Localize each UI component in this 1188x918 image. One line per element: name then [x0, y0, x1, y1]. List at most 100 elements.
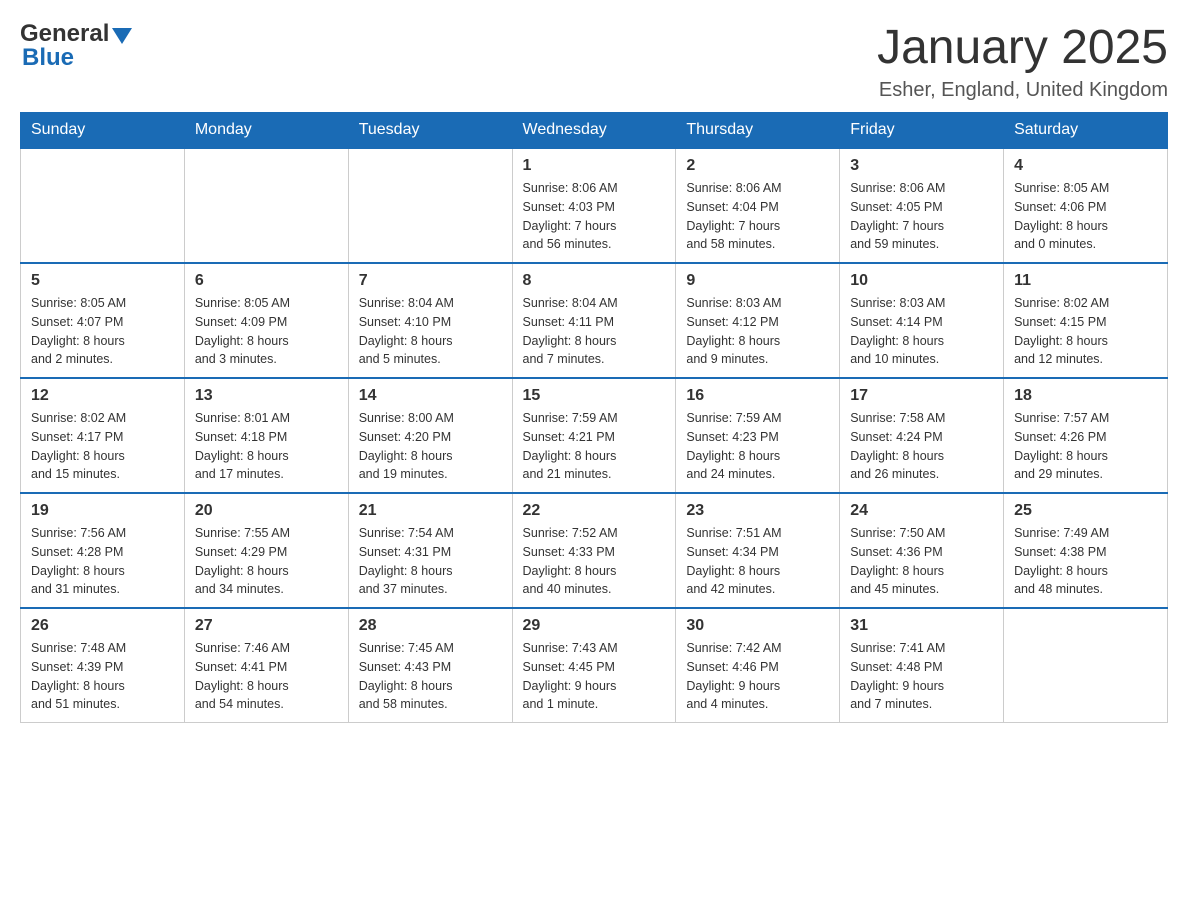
location: Esher, England, United Kingdom [877, 79, 1168, 102]
calendar-cell: 1Sunrise: 8:06 AM Sunset: 4:03 PM Daylig… [512, 148, 676, 263]
day-info: Sunrise: 8:06 AM Sunset: 4:05 PM Dayligh… [850, 179, 993, 254]
calendar-week-row: 19 Sunrise: 7:56 AM Sunset: 4:28 PM Dayli… [21, 493, 1168, 608]
calendar-cell: 16 Sunrise: 7:59 AM Sunset: 4:23 PM Dayli… [676, 378, 840, 493]
day-number: 12 [31, 387, 174, 405]
month-title: January 2025 [877, 20, 1168, 75]
day-number: 25 [1014, 502, 1157, 520]
day-number: 3 [850, 157, 993, 175]
day-number: 28 [359, 617, 502, 635]
day-info: Sunrise: 7:52 AM Sunset: 4:33 PM Dayligh… [523, 524, 666, 599]
calendar-cell [184, 148, 348, 263]
day-number: 8 [523, 272, 666, 290]
calendar-cell: 3 Sunrise: 8:06 AM Sunset: 4:05 PM Daylig… [840, 148, 1004, 263]
day-number: 29 [523, 617, 666, 635]
calendar-cell: 23 Sunrise: 7:51 AM Sunset: 4:34 PM Dayli… [676, 493, 840, 608]
page-header: General Blue January 2025 Esher, England… [20, 20, 1168, 102]
calendar-day-header: Sunday [21, 113, 185, 149]
day-number: 1 [523, 157, 666, 175]
day-info: Sunrise: 8:01 AM Sunset: 4:18 PM Dayligh… [195, 409, 338, 484]
calendar-cell: 21Sunrise: 7:54 AM Sunset: 4:31 PM Dayli… [348, 493, 512, 608]
calendar-cell: 6 Sunrise: 8:05 AM Sunset: 4:09 PM Daylig… [184, 263, 348, 378]
day-info: Sunrise: 8:02 AM Sunset: 4:15 PM Dayligh… [1014, 294, 1157, 369]
calendar-day-header: Tuesday [348, 113, 512, 149]
day-info: Sunrise: 8:03 AM Sunset: 4:12 PM Dayligh… [686, 294, 829, 369]
day-number: 2 [686, 157, 829, 175]
day-info: Sunrise: 7:56 AM Sunset: 4:28 PM Dayligh… [31, 524, 174, 599]
calendar-cell: 18Sunrise: 7:57 AM Sunset: 4:26 PM Dayli… [1004, 378, 1168, 493]
day-number: 15 [523, 387, 666, 405]
calendar-table: SundayMondayTuesdayWednesdayThursdayFrid… [20, 112, 1168, 723]
calendar-cell: 14Sunrise: 8:00 AM Sunset: 4:20 PM Dayli… [348, 378, 512, 493]
day-number: 6 [195, 272, 338, 290]
calendar-cell: 2 Sunrise: 8:06 AM Sunset: 4:04 PM Daylig… [676, 148, 840, 263]
day-number: 22 [523, 502, 666, 520]
day-info: Sunrise: 7:48 AM Sunset: 4:39 PM Dayligh… [31, 639, 174, 714]
day-info: Sunrise: 7:54 AM Sunset: 4:31 PM Dayligh… [359, 524, 502, 599]
calendar-cell: 13Sunrise: 8:01 AM Sunset: 4:18 PM Dayli… [184, 378, 348, 493]
calendar-cell: 25 Sunrise: 7:49 AM Sunset: 4:38 PM Dayli… [1004, 493, 1168, 608]
day-number: 16 [686, 387, 829, 405]
logo-arrow-icon [112, 28, 132, 44]
day-number: 17 [850, 387, 993, 405]
day-number: 23 [686, 502, 829, 520]
calendar-week-row: 26 Sunrise: 7:48 AM Sunset: 4:39 PM Dayli… [21, 608, 1168, 723]
calendar-week-row: 12Sunrise: 8:02 AM Sunset: 4:17 PM Dayli… [21, 378, 1168, 493]
day-info: Sunrise: 7:59 AM Sunset: 4:21 PM Dayligh… [523, 409, 666, 484]
day-info: Sunrise: 8:06 AM Sunset: 4:04 PM Dayligh… [686, 179, 829, 254]
calendar-cell: 7 Sunrise: 8:04 AM Sunset: 4:10 PM Daylig… [348, 263, 512, 378]
day-number: 9 [686, 272, 829, 290]
day-info: Sunrise: 8:00 AM Sunset: 4:20 PM Dayligh… [359, 409, 502, 484]
calendar-cell: 11 Sunrise: 8:02 AM Sunset: 4:15 PM Dayli… [1004, 263, 1168, 378]
calendar-cell: 27Sunrise: 7:46 AM Sunset: 4:41 PM Dayli… [184, 608, 348, 723]
day-info: Sunrise: 7:50 AM Sunset: 4:36 PM Dayligh… [850, 524, 993, 599]
day-info: Sunrise: 8:05 AM Sunset: 4:07 PM Dayligh… [31, 294, 174, 369]
day-info: Sunrise: 7:49 AM Sunset: 4:38 PM Dayligh… [1014, 524, 1157, 599]
day-number: 11 [1014, 272, 1157, 290]
calendar-cell: 12Sunrise: 8:02 AM Sunset: 4:17 PM Dayli… [21, 378, 185, 493]
calendar-cell: 31Sunrise: 7:41 AM Sunset: 4:48 PM Dayli… [840, 608, 1004, 723]
day-info: Sunrise: 8:03 AM Sunset: 4:14 PM Dayligh… [850, 294, 993, 369]
day-number: 26 [31, 617, 174, 635]
logo-blue-text: Blue [22, 44, 74, 72]
calendar-cell: 26 Sunrise: 7:48 AM Sunset: 4:39 PM Dayli… [21, 608, 185, 723]
calendar-day-header: Friday [840, 113, 1004, 149]
day-info: Sunrise: 7:45 AM Sunset: 4:43 PM Dayligh… [359, 639, 502, 714]
calendar-day-header: Monday [184, 113, 348, 149]
calendar-day-header: Wednesday [512, 113, 676, 149]
day-number: 10 [850, 272, 993, 290]
day-number: 31 [850, 617, 993, 635]
calendar-cell: 28 Sunrise: 7:45 AM Sunset: 4:43 PM Dayli… [348, 608, 512, 723]
day-number: 5 [31, 272, 174, 290]
calendar-cell [1004, 608, 1168, 723]
calendar-cell: 29 Sunrise: 7:43 AM Sunset: 4:45 PM Dayli… [512, 608, 676, 723]
calendar-cell [21, 148, 185, 263]
day-info: Sunrise: 7:59 AM Sunset: 4:23 PM Dayligh… [686, 409, 829, 484]
day-number: 18 [1014, 387, 1157, 405]
calendar-header-row: SundayMondayTuesdayWednesdayThursdayFrid… [21, 113, 1168, 149]
day-info: Sunrise: 8:05 AM Sunset: 4:09 PM Dayligh… [195, 294, 338, 369]
calendar-cell: 9 Sunrise: 8:03 AM Sunset: 4:12 PM Daylig… [676, 263, 840, 378]
calendar-week-row: 1Sunrise: 8:06 AM Sunset: 4:03 PM Daylig… [21, 148, 1168, 263]
calendar-cell: 4Sunrise: 8:05 AM Sunset: 4:06 PM Daylig… [1004, 148, 1168, 263]
day-info: Sunrise: 8:04 AM Sunset: 4:10 PM Dayligh… [359, 294, 502, 369]
day-number: 30 [686, 617, 829, 635]
day-info: Sunrise: 8:05 AM Sunset: 4:06 PM Dayligh… [1014, 179, 1157, 254]
calendar-cell: 19 Sunrise: 7:56 AM Sunset: 4:28 PM Dayli… [21, 493, 185, 608]
calendar-cell: 10 Sunrise: 8:03 AM Sunset: 4:14 PM Dayli… [840, 263, 1004, 378]
calendar-cell: 30 Sunrise: 7:42 AM Sunset: 4:46 PM Dayli… [676, 608, 840, 723]
calendar-cell: 20 Sunrise: 7:55 AM Sunset: 4:29 PM Dayli… [184, 493, 348, 608]
day-info: Sunrise: 8:04 AM Sunset: 4:11 PM Dayligh… [523, 294, 666, 369]
day-number: 7 [359, 272, 502, 290]
day-info: Sunrise: 7:51 AM Sunset: 4:34 PM Dayligh… [686, 524, 829, 599]
calendar-cell: 17Sunrise: 7:58 AM Sunset: 4:24 PM Dayli… [840, 378, 1004, 493]
calendar-day-header: Saturday [1004, 113, 1168, 149]
day-number: 20 [195, 502, 338, 520]
day-info: Sunrise: 7:46 AM Sunset: 4:41 PM Dayligh… [195, 639, 338, 714]
calendar-cell: 22 Sunrise: 7:52 AM Sunset: 4:33 PM Dayli… [512, 493, 676, 608]
calendar-cell: 24Sunrise: 7:50 AM Sunset: 4:36 PM Dayli… [840, 493, 1004, 608]
day-info: Sunrise: 7:43 AM Sunset: 4:45 PM Dayligh… [523, 639, 666, 714]
day-number: 19 [31, 502, 174, 520]
calendar-cell: 8 Sunrise: 8:04 AM Sunset: 4:11 PM Daylig… [512, 263, 676, 378]
day-info: Sunrise: 7:42 AM Sunset: 4:46 PM Dayligh… [686, 639, 829, 714]
day-info: Sunrise: 7:55 AM Sunset: 4:29 PM Dayligh… [195, 524, 338, 599]
